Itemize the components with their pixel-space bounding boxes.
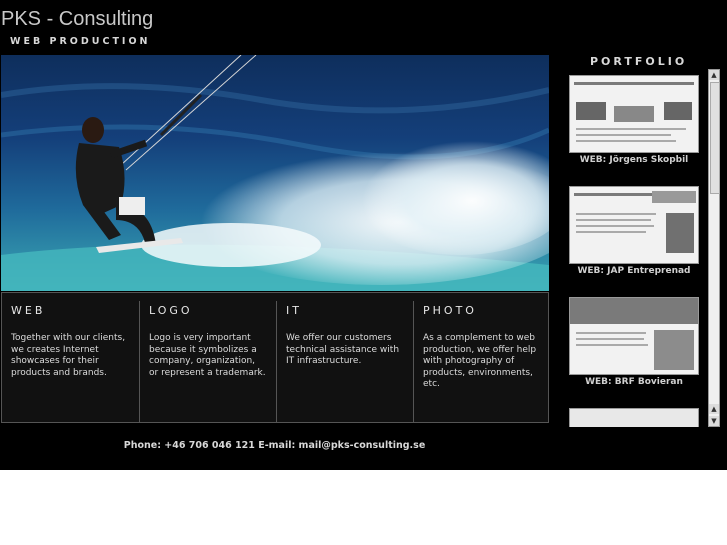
portfolio-title: PORTFOLIO [590, 55, 688, 68]
service-text: We offer our customers technical assista… [286, 333, 400, 367]
arrow-up-icon[interactable]: ▲ [709, 70, 719, 80]
portfolio-item[interactable]: WEB: Jörgens Skopbil [569, 75, 699, 165]
portfolio-thumbnail[interactable] [569, 297, 699, 375]
services-panel: WEB Together with our clients, we create… [1, 292, 549, 423]
arrow-down-icon[interactable]: ▼ [709, 416, 719, 426]
service-logo: LOGO Logo is very important because it s… [139, 301, 267, 422]
portfolio-item[interactable]: WEB: BRF Bovieran [569, 297, 699, 387]
service-title[interactable]: PHOTO [423, 304, 541, 317]
service-web: WEB Together with our clients, we create… [2, 301, 129, 422]
service-title[interactable]: WEB [11, 304, 129, 317]
portfolio-thumbnail[interactable] [569, 75, 699, 153]
site-logo[interactable]: PKS - Consulting [1, 8, 153, 31]
site-tagline: WEB PRODUCTION [10, 36, 151, 47]
footer-contact: Phone: +46 706 046 121 E-mail: mail@pks-… [123, 440, 426, 451]
scrollbar-thumb[interactable] [710, 82, 720, 194]
portfolio-list: WEB: Jörgens Skopbil WEB: JAP Entreprena… [568, 69, 703, 427]
service-title[interactable]: IT [286, 304, 404, 317]
portfolio-label[interactable]: WEB: JAP Entreprenad [569, 266, 699, 276]
portfolio-item[interactable]: WEB: JAP Entreprenad [569, 186, 699, 276]
service-it: IT We offer our customers technical assi… [276, 301, 404, 422]
kitesurf-photo [1, 55, 549, 291]
service-text: As a complement to web production, we of… [423, 333, 537, 390]
service-text: Logo is very important because it symbol… [149, 333, 266, 378]
portfolio-thumbnail[interactable] [569, 408, 699, 427]
service-photo: PHOTO As a complement to web production,… [413, 301, 541, 422]
portfolio-item[interactable] [569, 408, 699, 427]
portfolio-label[interactable]: WEB: BRF Bovieran [569, 377, 699, 387]
service-title[interactable]: LOGO [149, 304, 267, 317]
portfolio-label[interactable]: WEB: Jörgens Skopbil [569, 155, 699, 165]
portfolio-thumbnail[interactable] [569, 186, 699, 264]
service-text: Together with our clients, we creates In… [11, 333, 126, 378]
arrow-up-icon[interactable]: ▲ [709, 404, 719, 414]
portfolio-scrollbar[interactable]: ▲ ▲ ▼ [708, 69, 720, 427]
hero-image-kitesurfer [1, 55, 549, 291]
